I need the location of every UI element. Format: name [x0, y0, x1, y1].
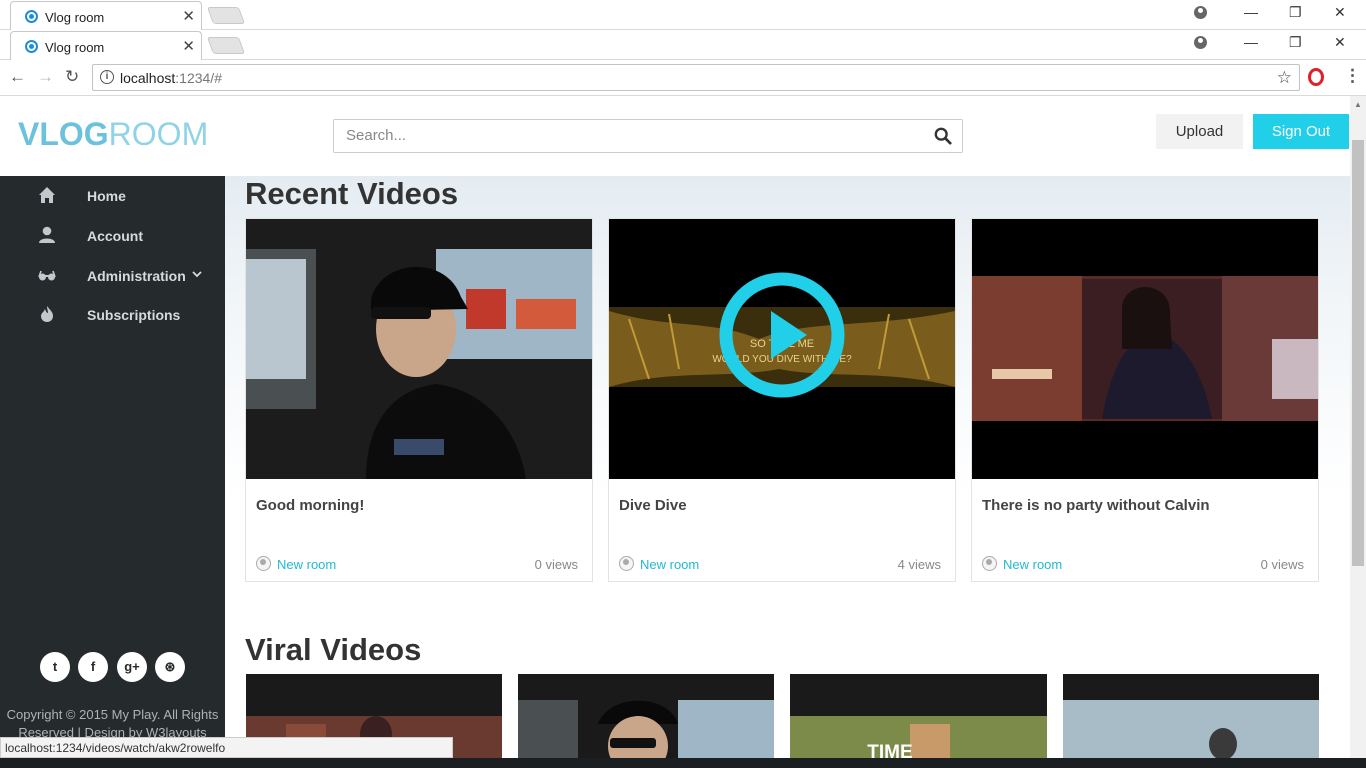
site-header: VLOGROOM Upload Sign Out — [0, 96, 1350, 176]
bookmark-star-icon[interactable]: ☆ — [1277, 68, 1292, 88]
channel-avatar-icon — [256, 556, 271, 571]
sidebar-item-label: Home — [87, 188, 126, 204]
address-bar[interactable]: i localhost:1234/# ☆ — [92, 64, 1300, 91]
section-title-viral: Viral Videos — [245, 632, 422, 667]
restore-icon[interactable]: ❐ — [1289, 34, 1302, 51]
chevron-down-icon — [192, 271, 202, 278]
sign-out-button[interactable]: Sign Out — [1253, 114, 1349, 149]
sidebar-item-home[interactable]: Home — [0, 176, 225, 216]
view-count: 0 views — [1260, 557, 1304, 572]
url-text: localhost:1234/# — [120, 70, 222, 86]
thumbnail-image: SO TELL ME WOULD YOU DIVE WITH ME? — [609, 219, 955, 479]
channel-link[interactable]: New room — [277, 557, 336, 572]
video-title[interactable]: Good morning! — [256, 497, 364, 514]
sidebar-item-administration[interactable]: Administration — [0, 256, 225, 296]
sidebar-item-subscriptions[interactable]: Subscriptions — [0, 295, 225, 335]
page: VLOGROOM Upload Sign Out Home Account Ad… — [0, 96, 1366, 768]
video-card[interactable]: Good morning! New room 0 views — [245, 218, 593, 582]
minimize-icon[interactable]: — — [1244, 34, 1258, 50]
video-title[interactable]: Dive Dive — [619, 497, 687, 514]
thumbnail-image: TIME — [790, 674, 1047, 768]
search-bar — [333, 119, 963, 153]
facebook-icon[interactable]: f — [78, 652, 108, 682]
new-tab-button[interactable] — [206, 37, 246, 54]
channel-avatar-icon — [982, 556, 997, 571]
close-tab-icon[interactable]: ✕ — [182, 7, 195, 25]
video-thumbnail[interactable] — [972, 219, 1318, 479]
search-input[interactable] — [346, 127, 906, 144]
back-icon[interactable]: ← — [9, 67, 26, 87]
main-content: Recent Videos Good morning! New room 0 v… — [225, 176, 1350, 768]
video-card[interactable]: SO TELL ME WOULD YOU DIVE WITH ME? Dive … — [608, 218, 956, 582]
forward-icon[interactable]: → — [37, 67, 54, 87]
close-window-icon[interactable]: ✕ — [1334, 4, 1346, 21]
user-icon — [39, 226, 55, 243]
video-thumbnail[interactable] — [246, 219, 592, 479]
close-window-icon[interactable]: ✕ — [1334, 34, 1346, 51]
section-title-recent: Recent Videos — [245, 176, 459, 211]
sidebar-item-label: Subscriptions — [87, 307, 181, 323]
sidebar-item-label: Administration — [87, 268, 186, 284]
sidebar: Home Account Administration Subscription… — [0, 176, 225, 768]
tab-strip: Vlog room ✕ — ❐ ✕ — [0, 0, 1366, 30]
viral-video-thumbnail[interactable] — [518, 674, 774, 768]
close-tab-icon[interactable]: ✕ — [182, 37, 195, 55]
tab-title: Vlog room — [45, 10, 105, 25]
scrollbar-thumb[interactable] — [1352, 140, 1364, 566]
channel-avatar-icon — [619, 556, 634, 571]
fire-icon — [41, 306, 53, 322]
view-count: 0 views — [534, 557, 578, 572]
favicon-icon — [25, 40, 38, 53]
browser-tab[interactable]: Vlog room ✕ — [10, 31, 202, 60]
channel-link[interactable]: New room — [640, 557, 699, 572]
search-icon[interactable] — [934, 127, 952, 145]
info-icon[interactable]: i — [100, 70, 114, 84]
thumbnail-image — [972, 219, 1318, 479]
os-taskbar — [0, 758, 1366, 768]
viral-video-thumbnail[interactable]: TIME — [790, 674, 1047, 768]
viral-video-thumbnail[interactable] — [1063, 674, 1319, 768]
glasses-icon — [38, 270, 56, 281]
browser-tab[interactable]: Vlog room ✕ — [10, 1, 202, 30]
profile-icon[interactable] — [1194, 6, 1207, 19]
google-plus-icon[interactable]: g+ — [117, 652, 147, 682]
upload-button[interactable]: Upload — [1156, 114, 1243, 149]
thumbnail-image — [1063, 674, 1319, 768]
tab-title: Vlog room — [45, 40, 105, 55]
thumbnail-image — [246, 219, 592, 479]
dribbble-icon[interactable]: ⊛ — [155, 652, 185, 682]
video-title[interactable]: There is no party without Calvin — [982, 497, 1210, 514]
browser-toolbar: ← → ↻ i localhost:1234/# ☆ ⋮ — [0, 60, 1366, 96]
home-icon — [39, 187, 55, 203]
restore-icon[interactable]: ❐ — [1289, 4, 1302, 21]
status-bar: localhost:1234/videos/watch/akw2rowelfo — [0, 737, 453, 758]
scroll-up-icon[interactable]: ▲ — [1354, 100, 1362, 109]
site-logo[interactable]: VLOGROOM — [18, 116, 208, 153]
page-scrollbar[interactable]: ▲ — [1350, 96, 1366, 768]
new-tab-button[interactable] — [206, 7, 246, 24]
minimize-icon[interactable]: — — [1244, 4, 1258, 20]
sidebar-item-label: Account — [87, 228, 143, 244]
video-card[interactable]: There is no party without Calvin New roo… — [971, 218, 1319, 582]
thumbnail-image — [518, 674, 774, 768]
reload-icon[interactable]: ↻ — [65, 67, 79, 87]
favicon-icon — [25, 10, 38, 23]
video-thumbnail[interactable]: SO TELL ME WOULD YOU DIVE WITH ME? — [609, 219, 955, 479]
sidebar-item-account[interactable]: Account — [0, 216, 225, 256]
twitter-icon[interactable]: t — [40, 652, 70, 682]
channel-link[interactable]: New room — [1003, 557, 1062, 572]
view-count: 4 views — [897, 557, 941, 572]
profile-icon[interactable] — [1194, 36, 1207, 49]
tab-strip-secondary: Vlog room ✕ — ❐ ✕ — [0, 30, 1366, 60]
menu-icon[interactable]: ⋮ — [1344, 66, 1361, 86]
opera-extension-icon[interactable] — [1308, 68, 1324, 86]
